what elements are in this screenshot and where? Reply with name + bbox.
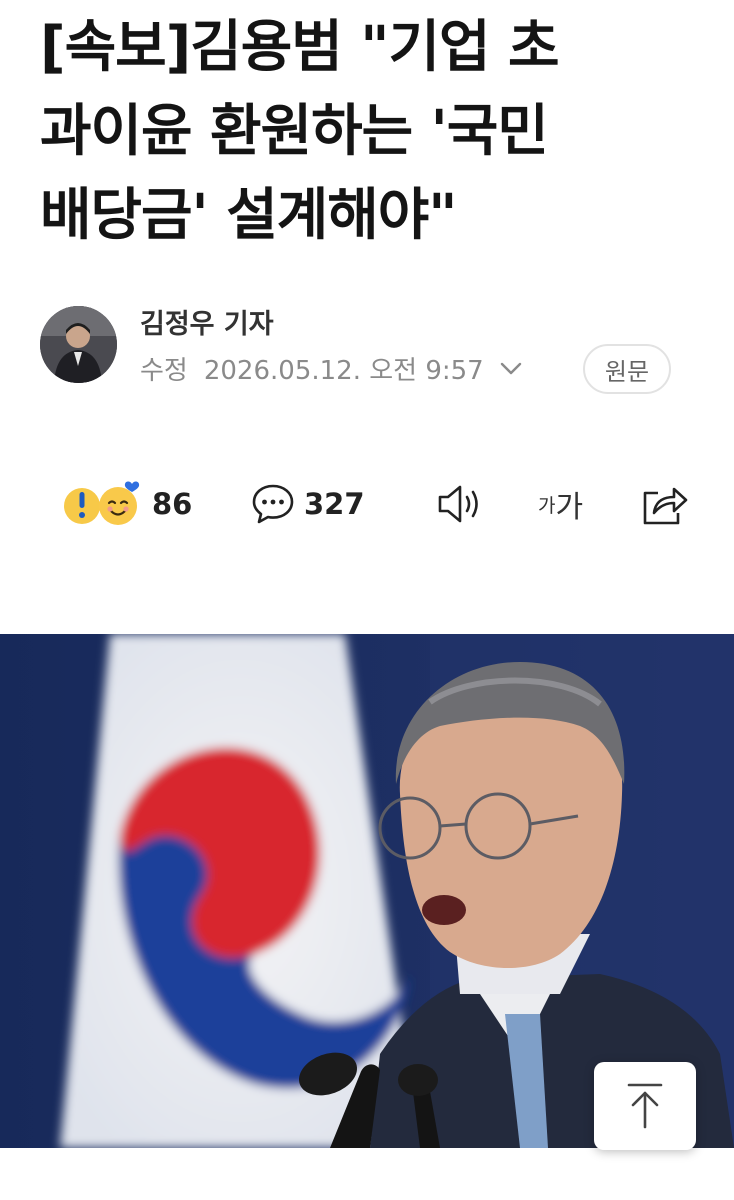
font-size-button[interactable]: 가가	[538, 476, 583, 532]
arrow-up-icon	[627, 1083, 663, 1129]
author-avatar[interactable]	[40, 306, 117, 383]
article-dateline: 수정 2026.05.12. 오전 9:57	[140, 350, 524, 387]
avatar-photo	[40, 306, 117, 383]
share-icon	[643, 487, 688, 525]
reaction-count: 86	[152, 487, 193, 521]
reaction-button[interactable]: 86	[60, 476, 192, 532]
listen-button[interactable]	[434, 476, 488, 532]
font-size-large-label: 가	[555, 490, 584, 525]
scroll-to-top-button[interactable]	[594, 1062, 696, 1150]
share-button[interactable]	[640, 476, 690, 532]
headline-line-2: 과이윤 환원하는 '국민	[40, 99, 549, 164]
modified-label: 수정	[140, 356, 188, 386]
article-headline: [속보]김용범 "기업 초 과이윤 환원하는 '국민 배당금' 설계해야"	[40, 6, 700, 258]
speech-bubble-icon	[252, 484, 294, 524]
comment-button[interactable]: 327	[250, 476, 365, 532]
speaker-icon	[438, 485, 478, 523]
headline-line-3: 배당금' 설계해야"	[40, 183, 457, 248]
chevron-down-icon[interactable]	[498, 356, 524, 382]
article-datetime: 2026.05.12. 오전 9:57	[203, 356, 484, 386]
font-size-small-label: 가	[538, 494, 556, 517]
reaction-emoji-icon	[64, 481, 140, 525]
headline-line-1: [속보]김용범 "기업 초	[40, 15, 560, 80]
original-article-button[interactable]: 원문	[583, 344, 671, 394]
author-name[interactable]: 김정우 기자	[140, 302, 274, 341]
comment-count: 327	[304, 487, 365, 521]
